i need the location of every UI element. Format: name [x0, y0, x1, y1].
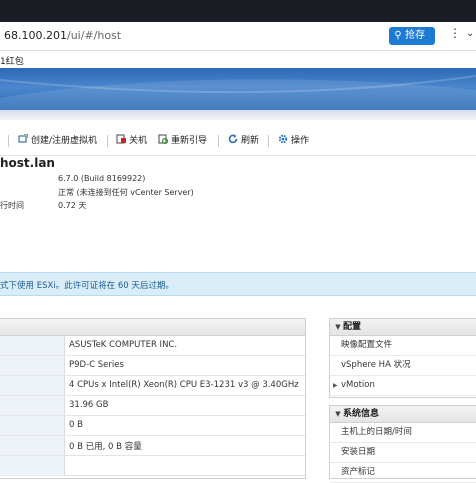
create-register-vm-button[interactable]: 创建/注册虚拟机: [18, 130, 97, 152]
table-label-cell: [0, 396, 65, 415]
table-row: 31.96 GB: [0, 396, 305, 416]
table-row: 0 B: [0, 416, 305, 436]
reboot-label: 重新引导: [171, 136, 208, 146]
config-panel-title: 配置: [343, 322, 362, 332]
header-shadow: [0, 110, 476, 120]
chevron-down-icon[interactable]: ⌄: [466, 28, 474, 39]
location-pin-icon: ⚲: [394, 30, 402, 41]
config-item-ha-status[interactable]: vSphere HA 状况: [330, 356, 476, 376]
table-row: [0, 456, 305, 476]
gear-icon: [278, 134, 288, 144]
license-banner: 式下使用 ESXi。此许可证将在 60 天后过期。: [0, 272, 476, 296]
cpu-value: 4 CPUs x Intel(R) Xeon(R) CPU E3-1231 v3…: [69, 380, 299, 390]
host-toolbar: 创建/注册虚拟机 关机 重新引导 刷新 操作: [0, 130, 476, 152]
collapse-triangle-icon[interactable]: ▼: [333, 406, 343, 422]
license-banner-text: 式下使用 ESXi。此许可证将在 60 天后过期。: [0, 281, 174, 291]
sysinfo-item-asset-tag[interactable]: 资产标记: [330, 463, 476, 483]
refresh-label: 刷新: [241, 136, 260, 146]
table-row: ASUSTeK COMPUTER INC.: [0, 336, 305, 356]
bookmark-bar: 1红包: [0, 51, 476, 69]
config-panel: ▼ 配置 映像配置文件 vSphere HA 状况 ▶ vMotion: [329, 318, 476, 398]
system-info-panel-title: 系统信息: [343, 409, 380, 419]
store-button-label: 抢存: [405, 30, 425, 41]
system-info-panel: ▼ 系统信息 主机上的日期/时间 安装日期 资产标记: [329, 405, 476, 483]
table-label-cell: [0, 356, 65, 375]
config-item-label: 映像配置文件: [341, 340, 393, 350]
table-label-cell: [0, 416, 65, 435]
bookmark-item[interactable]: 1红包: [0, 54, 24, 67]
uptime-value: 0.72 天: [58, 201, 87, 210]
config-item-label: vMotion: [341, 380, 375, 390]
url-path: /ui/#/host: [66, 29, 122, 42]
sysinfo-item-install-date[interactable]: 安装日期: [330, 443, 476, 463]
expand-arrow-icon[interactable]: ▶: [333, 376, 338, 395]
config-item-label: vSphere HA 状况: [341, 360, 411, 370]
table-label-cell: [0, 436, 65, 455]
shutdown-label: 关机: [129, 136, 148, 146]
reboot-icon: [158, 134, 168, 144]
sysinfo-item-label: 安装日期: [341, 447, 376, 457]
table-label-cell: [0, 336, 65, 355]
config-panel-header[interactable]: ▼ 配置: [330, 319, 476, 336]
actions-button[interactable]: 操作: [278, 130, 309, 152]
create-register-vm-label: 创建/注册虚拟机: [31, 136, 98, 146]
reboot-button[interactable]: 重新引导: [158, 130, 207, 152]
shutdown-button[interactable]: 关机: [116, 130, 147, 152]
host-state: 正常 (未连接到任何 vCenter Server): [58, 188, 194, 197]
model-value: P9D-C Series: [69, 360, 124, 370]
refresh-icon: [228, 134, 238, 144]
config-item-vmotion[interactable]: ▶ vMotion: [330, 376, 476, 396]
host-version: 6.7.0 (Build 8169922): [58, 174, 146, 183]
actions-label: 操作: [291, 136, 310, 146]
config-item-image-profile[interactable]: 映像配置文件: [330, 336, 476, 356]
url-text[interactable]: 68.100.201/ui/#/host: [4, 29, 121, 42]
header-decoration: [0, 75, 476, 110]
toolbar-divider: [0, 155, 476, 156]
url-host: 68.100.201: [4, 29, 67, 42]
sysinfo-item-datetime[interactable]: 主机上的日期/时间: [330, 423, 476, 443]
toolbar-separator: [107, 135, 108, 147]
storage-value: 0 B 已用, 0 B 容量: [69, 442, 142, 452]
hardware-panel: ASUSTeK COMPUTER INC. P9D-C Series 4 CPU…: [0, 318, 306, 479]
table-label-cell: [0, 456, 65, 475]
shutdown-icon: [116, 134, 126, 144]
sysinfo-item-label: 资产标记: [341, 467, 376, 477]
persistent-memory-value: 0 B: [69, 420, 83, 430]
browser-tabstrip: [0, 0, 476, 22]
collapse-triangle-icon[interactable]: ▼: [333, 319, 343, 335]
vm-create-icon: [18, 134, 28, 143]
toolbar-separator: [8, 135, 9, 147]
table-row: 4 CPUs x Intel(R) Xeon(R) CPU E3-1231 v3…: [0, 376, 305, 396]
table-label-cell: [0, 376, 65, 395]
toolbar-separator: [218, 135, 219, 147]
table-row: P9D-C Series: [0, 356, 305, 376]
more-menu-icon[interactable]: ⋮: [449, 26, 461, 40]
system-info-panel-header[interactable]: ▼ 系统信息: [330, 406, 476, 423]
manufacturer-value: ASUSTeK COMPUTER INC.: [69, 340, 178, 350]
refresh-button[interactable]: 刷新: [228, 130, 259, 152]
uptime-label: 行时间: [0, 201, 24, 210]
host-name: host.lan: [0, 156, 55, 170]
store-button[interactable]: ⚲ 抢存: [389, 27, 435, 45]
sysinfo-item-label: 主机上的日期/时间: [341, 427, 412, 437]
memory-value: 31.96 GB: [69, 400, 109, 410]
hardware-panel-header[interactable]: [0, 319, 305, 336]
toolbar-separator: [268, 135, 269, 147]
table-row: 0 B 已用, 0 B 容量: [0, 436, 305, 456]
